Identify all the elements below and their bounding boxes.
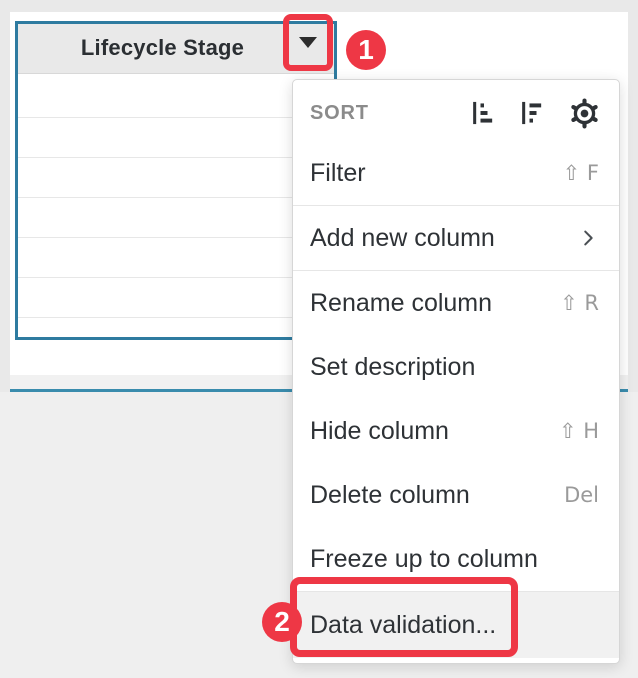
table-row[interactable] — [18, 238, 334, 278]
menu-item-filter[interactable]: Filter ⇧ F — [293, 141, 619, 205]
table-row[interactable] — [18, 158, 334, 198]
menu-item-add-new-column[interactable]: Add new column — [293, 206, 619, 270]
menu-item-set-description[interactable]: Set description — [293, 335, 619, 399]
column-header-label: Lifecycle Stage — [80, 35, 245, 60]
menu-item-rename-column[interactable]: Rename column ⇧ R — [293, 271, 619, 335]
table-row[interactable] — [18, 198, 334, 238]
menu-item-label: Rename column — [310, 288, 493, 317]
sort-icon-group — [470, 97, 601, 130]
menu-item-freeze-up-to-column[interactable]: Freeze up to column — [293, 527, 619, 591]
menu-item-hide-column[interactable]: Hide column ⇧ H — [293, 399, 619, 463]
menu-sort-row: SORT — [293, 85, 619, 141]
menu-item-data-validation[interactable]: Data validation... — [293, 592, 619, 658]
table-row[interactable] — [18, 278, 334, 318]
sort-section-label: SORT — [310, 101, 369, 124]
menu-item-shortcut: Del — [564, 483, 599, 507]
chevron-right-icon — [577, 227, 599, 249]
menu-item-label: Filter — [310, 158, 366, 187]
menu-item-label: Freeze up to column — [310, 544, 538, 573]
menu-item-delete-column[interactable]: Delete column Del — [293, 463, 619, 527]
menu-item-label: Delete column — [310, 480, 470, 509]
menu-item-shortcut: ⇧ F — [562, 161, 599, 185]
sort-descending-icon[interactable] — [519, 99, 547, 127]
menu-item-shortcut: ⇧ H — [558, 419, 599, 443]
column-header-lifecycle-stage[interactable]: Lifecycle Stage — [17, 23, 334, 74]
table-row[interactable] — [18, 118, 334, 158]
column-dropdown-button[interactable] — [289, 20, 327, 65]
column-context-menu: SORT Filter ⇧ F Add new column Rename co… — [292, 79, 620, 664]
sort-settings-gear-icon[interactable] — [568, 97, 601, 130]
table-row[interactable] — [18, 318, 334, 339]
menu-item-label: Data validation... — [310, 610, 497, 639]
menu-item-label: Hide column — [310, 416, 449, 445]
menu-item-shortcut: ⇧ R — [560, 291, 599, 315]
menu-item-label: Set description — [310, 352, 476, 381]
sort-ascending-icon[interactable] — [470, 99, 498, 127]
table-row[interactable] — [18, 74, 334, 118]
menu-item-label: Add new column — [310, 223, 495, 252]
grid-rows — [18, 74, 334, 339]
caret-down-icon — [299, 37, 317, 48]
